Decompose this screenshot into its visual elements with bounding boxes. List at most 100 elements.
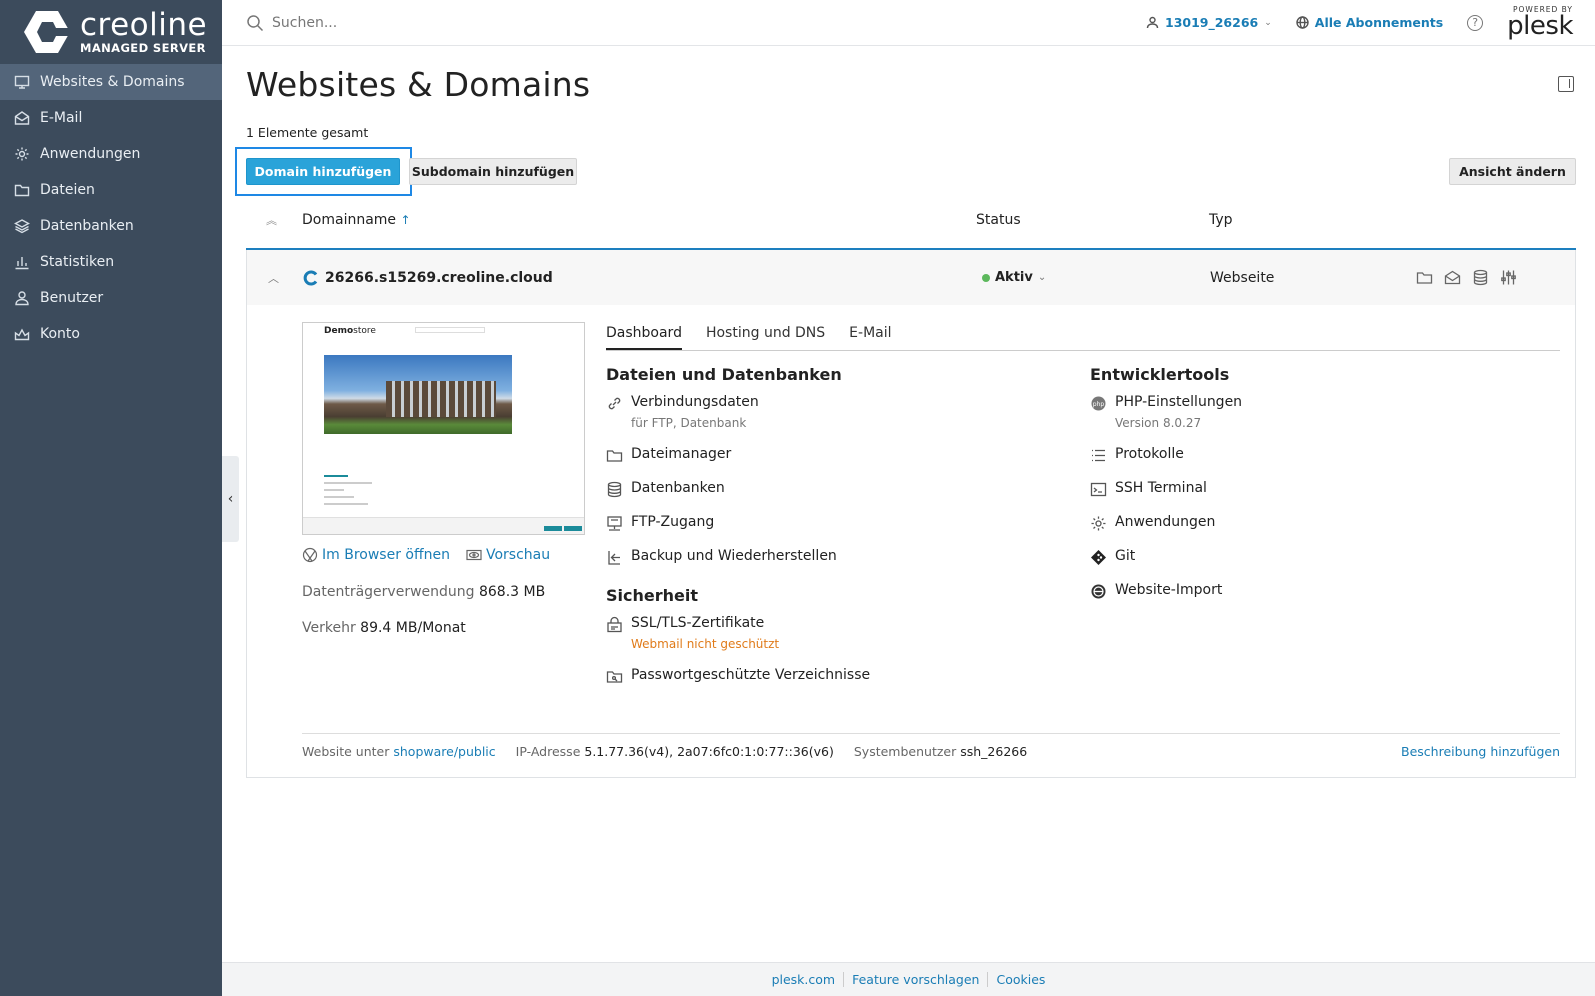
brand-logo[interactable]: creoline MANAGED SERVER	[0, 0, 222, 64]
monitor-icon	[14, 75, 30, 89]
domain-name-link[interactable]: 26266.s15269.creoline.cloud	[303, 270, 553, 286]
chevron-down-icon: ⌄	[1264, 17, 1272, 28]
toolbar: Domain hinzufügen Subdomain hinzufügen A…	[235, 147, 1576, 196]
php-settings-link[interactable]: php PHP-Einstellungen Version 8.0.27	[1090, 394, 1560, 430]
tab-hosting-dns[interactable]: Hosting und DNS	[706, 325, 825, 350]
eye-icon	[466, 549, 482, 561]
sidebar-item-benutzer[interactable]: Benutzer	[0, 280, 222, 316]
brand-name: creoline	[80, 6, 208, 43]
traffic: Verkehr 89.4 MB/Monat	[302, 620, 466, 636]
sidebar-item-datenbanken[interactable]: Datenbanken	[0, 208, 222, 244]
change-view-button[interactable]: Ansicht ändern	[1449, 158, 1576, 185]
sidebar-item-statistiken[interactable]: Statistiken	[0, 244, 222, 280]
sidebar-item-konto[interactable]: Konto	[0, 316, 222, 352]
gear-icon	[1091, 516, 1106, 531]
help-icon[interactable]: ?	[1467, 14, 1484, 31]
traffic-label: Verkehr	[302, 620, 356, 636]
sidebar-item-anwendungen[interactable]: Anwendungen	[0, 136, 222, 172]
subscriptions-link[interactable]: Alle Abonnements	[1296, 15, 1443, 30]
sidebar-item-label: E-Mail	[40, 110, 83, 126]
ip-label: IP-Adresse	[515, 744, 581, 759]
link-chain-icon	[608, 397, 621, 410]
search-icon	[247, 14, 264, 31]
databases-link[interactable]: Datenbanken	[606, 480, 1076, 498]
preview-brand-bold: Demo	[324, 326, 354, 336]
database-icon	[607, 481, 622, 498]
sidebar-item-websites-domains[interactable]: Websites & Domains	[0, 64, 222, 100]
sidebar-collapse-button[interactable]: ‹	[222, 456, 239, 542]
git-label: Git	[1115, 548, 1136, 564]
footer-link-cookies[interactable]: Cookies	[988, 972, 1053, 987]
settings-sliders-icon[interactable]	[1500, 269, 1517, 286]
column-status: Status	[976, 212, 1021, 228]
add-subdomain-button[interactable]: Subdomain hinzufügen	[409, 158, 577, 185]
ip-value: 5.1.77.36(v4), 2a07:6fc0:1:0:77::36(v6)	[584, 744, 834, 759]
folder-icon	[14, 184, 30, 197]
status-badge[interactable]: Aktiv ⌄	[982, 270, 1046, 285]
ftp-access-label: FTP-Zugang	[631, 514, 715, 530]
sidebar-item-label: Statistiken	[40, 254, 115, 270]
add-domain-button[interactable]: Domain hinzufügen	[246, 158, 400, 185]
php-version: Version 8.0.27	[1115, 416, 1202, 430]
collapse-row-icon[interactable]: ︿	[268, 270, 279, 286]
connection-info-link[interactable]: Verbindungsdaten für FTP, Datenbank	[606, 394, 1076, 430]
backup-restore-link[interactable]: Backup und Wiederherstellen	[606, 548, 1076, 566]
website-screenshot[interactable]: Demostore	[302, 322, 585, 535]
plesk-logo[interactable]: POWERED BY plesk	[1507, 6, 1573, 39]
preview-link[interactable]: Vorschau	[466, 547, 550, 563]
user-menu[interactable]: 13019_26266 ⌄	[1146, 15, 1272, 30]
column-domainname[interactable]: Domainname ↑	[302, 212, 411, 228]
databases-label: Datenbanken	[631, 480, 725, 496]
connection-info-label: Verbindungsdaten	[631, 394, 759, 410]
sidebar-item-label: Dateien	[40, 182, 95, 198]
sidebar-item-label: Datenbanken	[40, 218, 134, 234]
protected-directories-link[interactable]: Passwortgeschützte Verzeichnisse	[606, 667, 1076, 685]
brand-subtitle: MANAGED SERVER	[80, 40, 206, 55]
website-path-link[interactable]: shopware/public	[393, 744, 495, 759]
ssl-certificates-link[interactable]: SSL/TLS-Zertifikate Webmail nicht geschüt…	[606, 615, 1076, 651]
git-link[interactable]: Git	[1090, 548, 1560, 566]
applications-link[interactable]: Anwendungen	[1090, 514, 1560, 532]
dev-section-title: Entwicklertools	[1090, 365, 1230, 384]
sidebar-item-email[interactable]: E-Mail	[0, 100, 222, 136]
list-icon	[1092, 449, 1105, 462]
row-actions	[1416, 269, 1517, 286]
website-import-link[interactable]: Website-Import	[1090, 582, 1560, 600]
tab-email[interactable]: E-Mail	[849, 325, 891, 350]
open-in-browser-label: Im Browser öffnen	[322, 547, 450, 563]
add-description-link[interactable]: Beschreibung hinzufügen	[1401, 744, 1560, 759]
preview-links: Im Browser öffnen Vorschau	[302, 547, 550, 563]
ftp-access-link[interactable]: FTP-Zugang	[606, 514, 1076, 532]
database-icon[interactable]	[1472, 269, 1489, 286]
ssh-terminal-link[interactable]: SSH Terminal	[1090, 480, 1560, 498]
sidebar-item-dateien[interactable]: Dateien	[0, 172, 222, 208]
preview-hero-image	[324, 355, 512, 434]
logs-link[interactable]: Protokolle	[1090, 446, 1560, 464]
ssh-terminal-label: SSH Terminal	[1115, 480, 1207, 496]
plesk-wordmark: plesk	[1507, 10, 1573, 41]
globe-icon	[1296, 16, 1309, 29]
footer-link-plesk[interactable]: plesk.com	[764, 972, 845, 987]
column-domainname-label: Domainname	[302, 212, 397, 228]
footer: plesk.com Feature vorschlagen Cookies	[222, 962, 1595, 996]
user-icon	[15, 291, 29, 306]
search-box	[222, 14, 822, 32]
disk-usage: Datenträgerverwendung 868.3 MB	[302, 584, 545, 600]
folder-icon	[606, 450, 623, 462]
footer-link-feature[interactable]: Feature vorschlagen	[844, 972, 989, 987]
sidebar-item-label: Anwendungen	[40, 146, 141, 162]
search-input[interactable]	[272, 14, 672, 31]
folder-icon[interactable]	[1416, 269, 1433, 286]
traffic-value: 89.4 MB/Monat	[360, 620, 466, 636]
tab-dashboard[interactable]: Dashboard	[606, 325, 682, 350]
creoline-logo-icon	[24, 11, 72, 53]
open-in-browser-link[interactable]: Im Browser öffnen	[302, 547, 450, 563]
envelope-icon[interactable]	[1444, 269, 1461, 286]
collapse-all-icon[interactable]: ︽	[266, 212, 277, 228]
ip-info: IP-Adresse 5.1.77.36(v4), 2a07:6fc0:1:0:…	[516, 744, 834, 759]
user-icon	[1146, 16, 1159, 29]
backup-icon	[608, 551, 620, 565]
file-manager-link[interactable]: Dateimanager	[606, 446, 1076, 464]
chevron-down-icon: ⌄	[1037, 272, 1047, 283]
side-panel-toggle-icon[interactable]	[1558, 76, 1574, 92]
